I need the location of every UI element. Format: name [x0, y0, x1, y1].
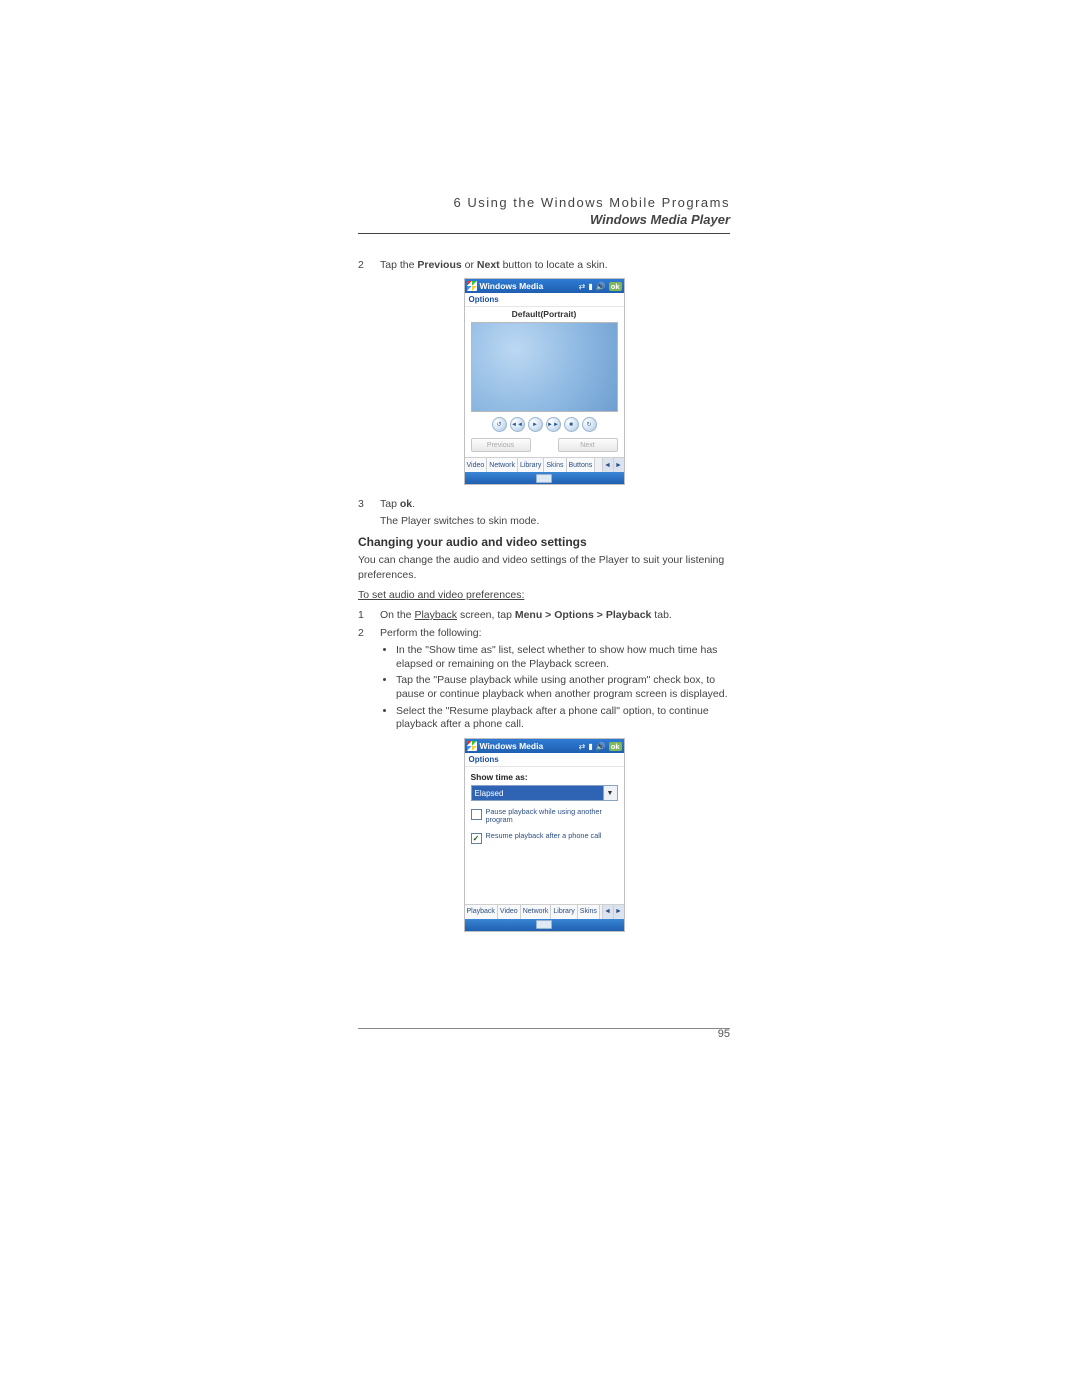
tab-video[interactable]: Video: [498, 905, 521, 919]
proc-step-1: 1 On the Playback screen, tap Menu > Opt…: [358, 608, 730, 622]
chapter-number: 6: [454, 195, 463, 210]
step-2: 2 Tap the Previous or Next button to loc…: [358, 258, 730, 272]
chevron-down-icon[interactable]: ▼: [603, 786, 617, 800]
tab-network[interactable]: Network: [487, 458, 518, 472]
step-number: 2: [358, 626, 380, 640]
sip-bar: [465, 919, 624, 931]
step-text: On the Playback screen, tap Menu > Optio…: [380, 608, 730, 622]
tab-scroll-left-icon[interactable]: ◄: [602, 905, 613, 919]
skin-preview: [471, 322, 618, 412]
checkbox-resume-playback[interactable]: ✓ Resume playback after a phone call: [471, 832, 618, 844]
play-icon[interactable]: ►: [528, 417, 543, 432]
step-number: 3: [358, 497, 380, 511]
bullet-item: Tap the "Pause playback while using anot…: [396, 674, 730, 701]
tab-library[interactable]: Library: [551, 905, 577, 919]
connectivity-icon: ⇄: [579, 282, 586, 291]
connectivity-icon: ⇄: [579, 742, 586, 751]
previous-skin-button[interactable]: Previous: [471, 438, 531, 452]
skin-nav-buttons: Previous Next: [465, 438, 624, 457]
volume-icon: 🔊: [596, 282, 606, 291]
titlebar: Windows Media ⇄ ▮ 🔊 ok: [465, 279, 624, 293]
tab-scroll-left-icon[interactable]: ◄: [602, 458, 613, 472]
app-title: Windows Media: [480, 281, 576, 291]
checkbox-pause-playback[interactable]: Pause playback while using another progr…: [471, 808, 618, 825]
intro-paragraph: You can change the audio and video setti…: [358, 553, 730, 581]
tab-video[interactable]: Video: [465, 458, 488, 472]
tab-scroll-right-icon[interactable]: ►: [613, 458, 624, 472]
tab-library[interactable]: Library: [518, 458, 544, 472]
bullet-item: Select the "Resume playback after a phon…: [396, 705, 730, 732]
tab-buttons[interactable]: Buttons: [567, 458, 596, 472]
titlebar-icons: ⇄ ▮ 🔊 ok: [579, 742, 622, 751]
screenshot-playback-options: Windows Media ⇄ ▮ 🔊 ok Options Show time…: [464, 738, 625, 932]
bold-next: Next: [477, 259, 500, 271]
header-rule: [358, 233, 730, 234]
tab-scroll-right-icon[interactable]: ►: [613, 905, 624, 919]
proc-step-2: 2 Perform the following:: [358, 626, 730, 640]
step-number: 1: [358, 608, 380, 622]
tab-playback[interactable]: Playback: [465, 905, 498, 919]
player-controls: ↺ ◄◄ ► ►► ■ ↻: [465, 412, 624, 438]
sip-bar: [465, 472, 624, 484]
step-3: 3 Tap ok.: [358, 497, 730, 511]
stop-icon[interactable]: ■: [564, 417, 579, 432]
checkbox-label: Pause playback while using another progr…: [486, 808, 618, 825]
tab-network[interactable]: Network: [521, 905, 552, 919]
dropdown-value: Elapsed: [472, 786, 603, 800]
windows-flag-icon: [467, 741, 477, 751]
keyboard-icon[interactable]: [536, 920, 552, 929]
options-body: Show time as: Elapsed ▼ Pause playback w…: [465, 767, 624, 904]
document-page: 6 Using the Windows Mobile Programs Wind…: [0, 0, 1080, 1397]
ok-button[interactable]: ok: [609, 742, 622, 751]
heading-audio-video: Changing your audio and video settings: [358, 535, 730, 549]
step-text: Perform the following:: [380, 626, 730, 640]
checkbox-box[interactable]: ✓: [471, 833, 482, 844]
next-skin-button[interactable]: Next: [558, 438, 618, 452]
options-menu[interactable]: Options: [465, 753, 624, 767]
repeat-icon[interactable]: ↻: [582, 417, 597, 432]
tab-strip: Video Network Library Skins Buttons ◄ ►: [465, 457, 624, 472]
skin-name-label: Default(Portrait): [465, 307, 624, 322]
show-time-dropdown[interactable]: Elapsed ▼: [471, 785, 618, 801]
screenshot-skins: Windows Media ⇄ ▮ 🔊 ok Options Default(P…: [464, 278, 625, 485]
tab-skins[interactable]: Skins: [578, 905, 600, 919]
link-playback: Playback: [414, 609, 457, 621]
step-number: 2: [358, 258, 380, 272]
checkbox-box[interactable]: [471, 809, 482, 820]
titlebar: Windows Media ⇄ ▮ 🔊 ok: [465, 739, 624, 753]
chapter-line: 6 Using the Windows Mobile Programs: [358, 195, 730, 210]
tab-skins[interactable]: Skins: [544, 458, 566, 472]
step-text: Tap ok.: [380, 497, 730, 511]
prev-track-icon[interactable]: ◄◄: [510, 417, 525, 432]
step-text: Tap the Previous or Next button to locat…: [380, 258, 730, 272]
windows-flag-icon: [467, 281, 477, 291]
options-menu[interactable]: Options: [465, 293, 624, 307]
signal-icon: ▮: [588, 282, 592, 291]
section-title: Windows Media Player: [358, 212, 730, 227]
checkbox-label: Resume playback after a phone call: [486, 832, 602, 840]
bold-previous: Previous: [417, 259, 461, 271]
show-time-label: Show time as:: [471, 772, 618, 782]
signal-icon: ▮: [588, 742, 592, 751]
tab-strip: Playback Video Network Library Skins ◄ ►: [465, 904, 624, 919]
bullet-item: In the "Show time as" list, select wheth…: [396, 644, 730, 671]
titlebar-icons: ⇄ ▮ 🔊 ok: [579, 282, 622, 291]
volume-icon: 🔊: [596, 742, 606, 751]
page-number: 95: [718, 1028, 730, 1040]
procedure-title: To set audio and video preferences:: [358, 588, 730, 602]
next-track-icon[interactable]: ►►: [546, 417, 561, 432]
ok-button[interactable]: ok: [609, 282, 622, 291]
bold-menu-path: Menu > Options > Playback: [515, 609, 652, 621]
keyboard-icon[interactable]: [536, 474, 552, 483]
app-title: Windows Media: [480, 741, 576, 751]
shuffle-icon[interactable]: ↺: [492, 417, 507, 432]
bullet-list: In the "Show time as" list, select wheth…: [358, 644, 730, 732]
chapter-title: Using the Windows Mobile Programs: [467, 195, 730, 210]
bold-ok: ok: [400, 498, 412, 510]
footer-rule: [358, 1028, 730, 1029]
step-3-subtext: The Player switches to skin mode.: [380, 515, 730, 527]
page-content: 6 Using the Windows Mobile Programs Wind…: [358, 195, 730, 944]
